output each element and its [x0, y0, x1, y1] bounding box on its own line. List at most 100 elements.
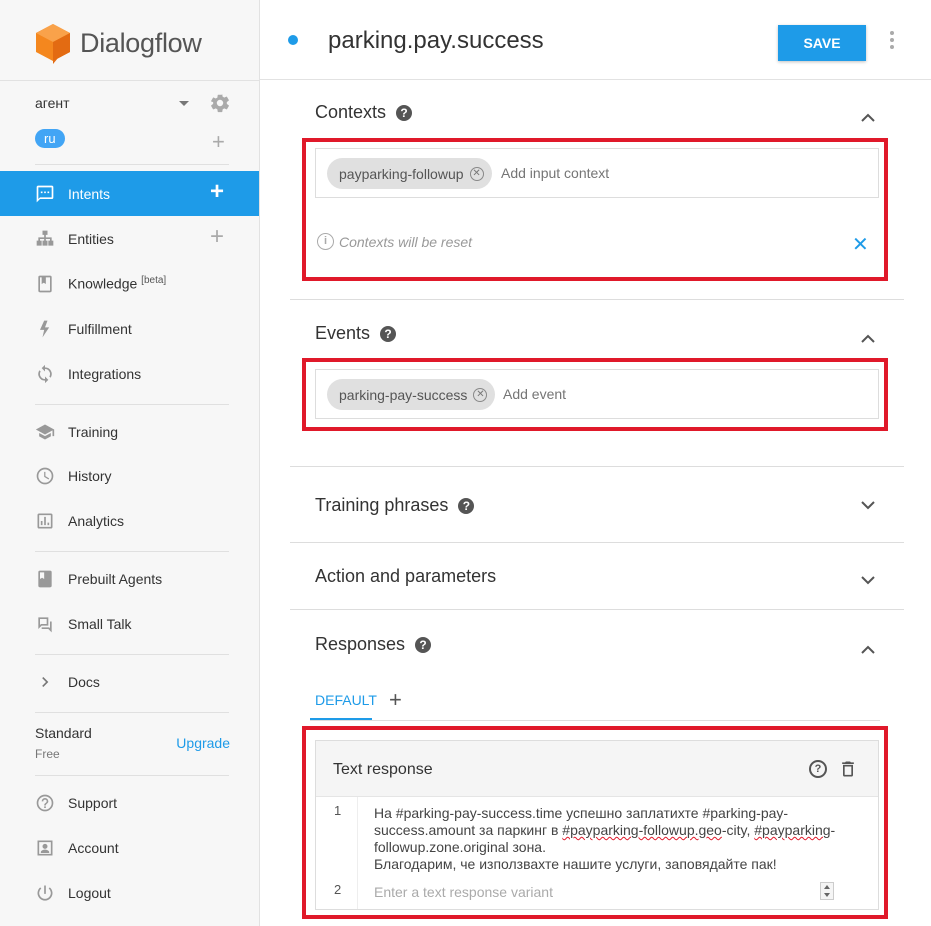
chevron-up-icon[interactable]: [861, 332, 875, 346]
sidebar-item-logout[interactable]: Logout: [0, 870, 259, 915]
help-icon[interactable]: ?: [396, 104, 413, 121]
sidebar-item-knowledge[interactable]: Knowledge [beta]: [0, 261, 259, 306]
more-vert-icon[interactable]: [890, 31, 894, 52]
sidebar-item-prebuilt-agents[interactable]: Prebuilt Agents: [0, 556, 259, 601]
event-chip[interactable]: parking-pay-success ✕: [327, 379, 496, 410]
sidebar-item-label: Analytics: [68, 512, 125, 529]
context-chip[interactable]: payparking-followup ✕: [327, 158, 492, 189]
sidebar-item-training[interactable]: Training: [0, 409, 259, 454]
resize-spinner-icon[interactable]: [820, 882, 834, 900]
add-language-icon[interactable]: +: [212, 131, 225, 153]
responses-section-header[interactable]: Responses ?: [315, 634, 432, 655]
response-text-input-2[interactable]: Enter a text response variant: [374, 884, 553, 900]
responses-title: Responses: [315, 634, 406, 654]
dialogflow-logo[interactable]: Dialogflow: [34, 22, 202, 64]
sidebar-item-label: Support: [68, 794, 118, 811]
divider: [0, 80, 259, 81]
events-title: Events: [315, 323, 371, 343]
bolt-icon: [40, 320, 50, 337]
sidebar-item-label: Training: [68, 423, 119, 440]
language-badge[interactable]: ru: [35, 129, 65, 148]
intent-header: parking.pay.success SAVE: [260, 0, 931, 80]
chevron-down-icon[interactable]: [179, 101, 189, 106]
upgrade-link[interactable]: Upgrade: [176, 735, 230, 751]
chevron-down-icon[interactable]: [861, 498, 875, 512]
text-response-card: Text response ? 1 2 На #parking-pay-succ…: [315, 740, 879, 910]
sidebar-item-docs[interactable]: Docs: [0, 659, 259, 704]
sidebar-item-support[interactable]: Support: [0, 780, 259, 825]
sidebar-item-label: Prebuilt Agents: [68, 570, 163, 587]
event-chip-label: parking-pay-success: [339, 386, 468, 403]
active-tab-indicator: [310, 718, 372, 720]
remove-chip-icon[interactable]: ✕: [473, 387, 488, 402]
context-chip-label: payparking-followup: [339, 165, 464, 182]
tab-bar-line: [310, 720, 880, 721]
brand-name: Dialogflow: [80, 27, 202, 58]
trash-icon[interactable]: [838, 759, 858, 779]
agent-selector[interactable]: агент: [35, 92, 232, 114]
sidebar-item-label: Fulfillment: [68, 320, 132, 337]
divider: [290, 466, 904, 467]
chevron-up-icon[interactable]: [861, 643, 875, 657]
sidebar-item-analytics[interactable]: Analytics: [0, 498, 259, 543]
divider: [290, 609, 904, 610]
add-tab-icon[interactable]: +: [389, 687, 402, 713]
input-context-field[interactable]: payparking-followup ✕: [315, 148, 879, 198]
contexts-title: Contexts: [315, 102, 387, 122]
response-text-part: #payparking-followup.geo: [562, 822, 722, 838]
chevron-down-icon[interactable]: [861, 573, 875, 587]
contexts-section-header[interactable]: Contexts ?: [315, 102, 413, 123]
remove-chip-icon[interactable]: ✕: [469, 166, 484, 181]
language-row: ru +: [35, 129, 232, 153]
help-icon[interactable]: ?: [458, 497, 475, 514]
add-entity-icon[interactable]: +: [210, 225, 224, 249]
save-button[interactable]: SAVE: [778, 25, 866, 61]
line-number-gutter: 1 2: [316, 797, 358, 909]
help-icon[interactable]: ?: [415, 636, 432, 653]
add-event-input[interactable]: [503, 386, 703, 402]
action-parameters-section-header[interactable]: Action and parameters: [315, 566, 496, 587]
sidebar-item-label: Integrations: [68, 365, 142, 382]
divider: [35, 551, 229, 552]
plan-info: Standard Free Upgrade: [35, 725, 235, 765]
chevron-right-icon: [42, 676, 49, 687]
sidebar-item-label: Entities: [68, 230, 114, 247]
agent-name: агент: [35, 95, 70, 111]
training-phrases-section-header[interactable]: Training phrases ?: [315, 495, 475, 516]
response-text-line-1[interactable]: На #parking-pay-success.time успешно зап…: [374, 805, 844, 873]
chevron-up-icon[interactable]: [861, 111, 875, 125]
event-field[interactable]: parking-pay-success ✕: [315, 369, 879, 419]
text-response-header: Text response ?: [316, 741, 878, 797]
divider: [290, 542, 904, 543]
help-icon[interactable]: ?: [809, 760, 827, 778]
sidebar-item-entities[interactable]: Entities +: [0, 216, 259, 261]
sidebar-item-fulfillment[interactable]: Fulfillment: [0, 306, 259, 351]
sidebar-item-label: Account: [68, 839, 119, 856]
sidebar-item-small-talk[interactable]: Small Talk: [0, 601, 259, 646]
book-icon: [38, 275, 52, 292]
events-section-header[interactable]: Events ?: [315, 323, 397, 344]
tab-default[interactable]: DEFAULT: [315, 692, 377, 708]
line-number: 1: [334, 803, 342, 818]
sidebar-item-history[interactable]: History: [0, 453, 259, 498]
sidebar-item-label: Logout: [68, 884, 111, 901]
sidebar-item-label: Knowledge [beta]: [68, 275, 166, 292]
action-parameters-title: Action and parameters: [315, 566, 497, 586]
gear-icon[interactable]: [209, 92, 231, 114]
sidebar-item-account[interactable]: Account: [0, 825, 259, 870]
sidebar: Dialogflow агент ru + Intents + Entities…: [0, 0, 260, 926]
clock-icon: [36, 467, 54, 484]
help-icon[interactable]: ?: [380, 325, 397, 342]
response-text-part: -city,: [721, 822, 755, 838]
intent-name[interactable]: parking.pay.success: [328, 27, 544, 55]
sidebar-item-label: Small Talk: [68, 615, 132, 632]
divider: [35, 404, 229, 405]
sidebar-item-integrations[interactable]: Integrations: [0, 351, 259, 396]
contexts-reset-text: Contexts will be reset: [339, 233, 473, 250]
knowledge-label: Knowledge: [68, 275, 138, 292]
intent-priority-dot[interactable]: [288, 35, 298, 45]
sidebar-item-intents[interactable]: Intents +: [0, 171, 259, 216]
close-icon[interactable]: ✕: [852, 232, 869, 257]
add-input-context-input[interactable]: [501, 165, 701, 181]
add-intent-icon[interactable]: +: [210, 180, 224, 204]
